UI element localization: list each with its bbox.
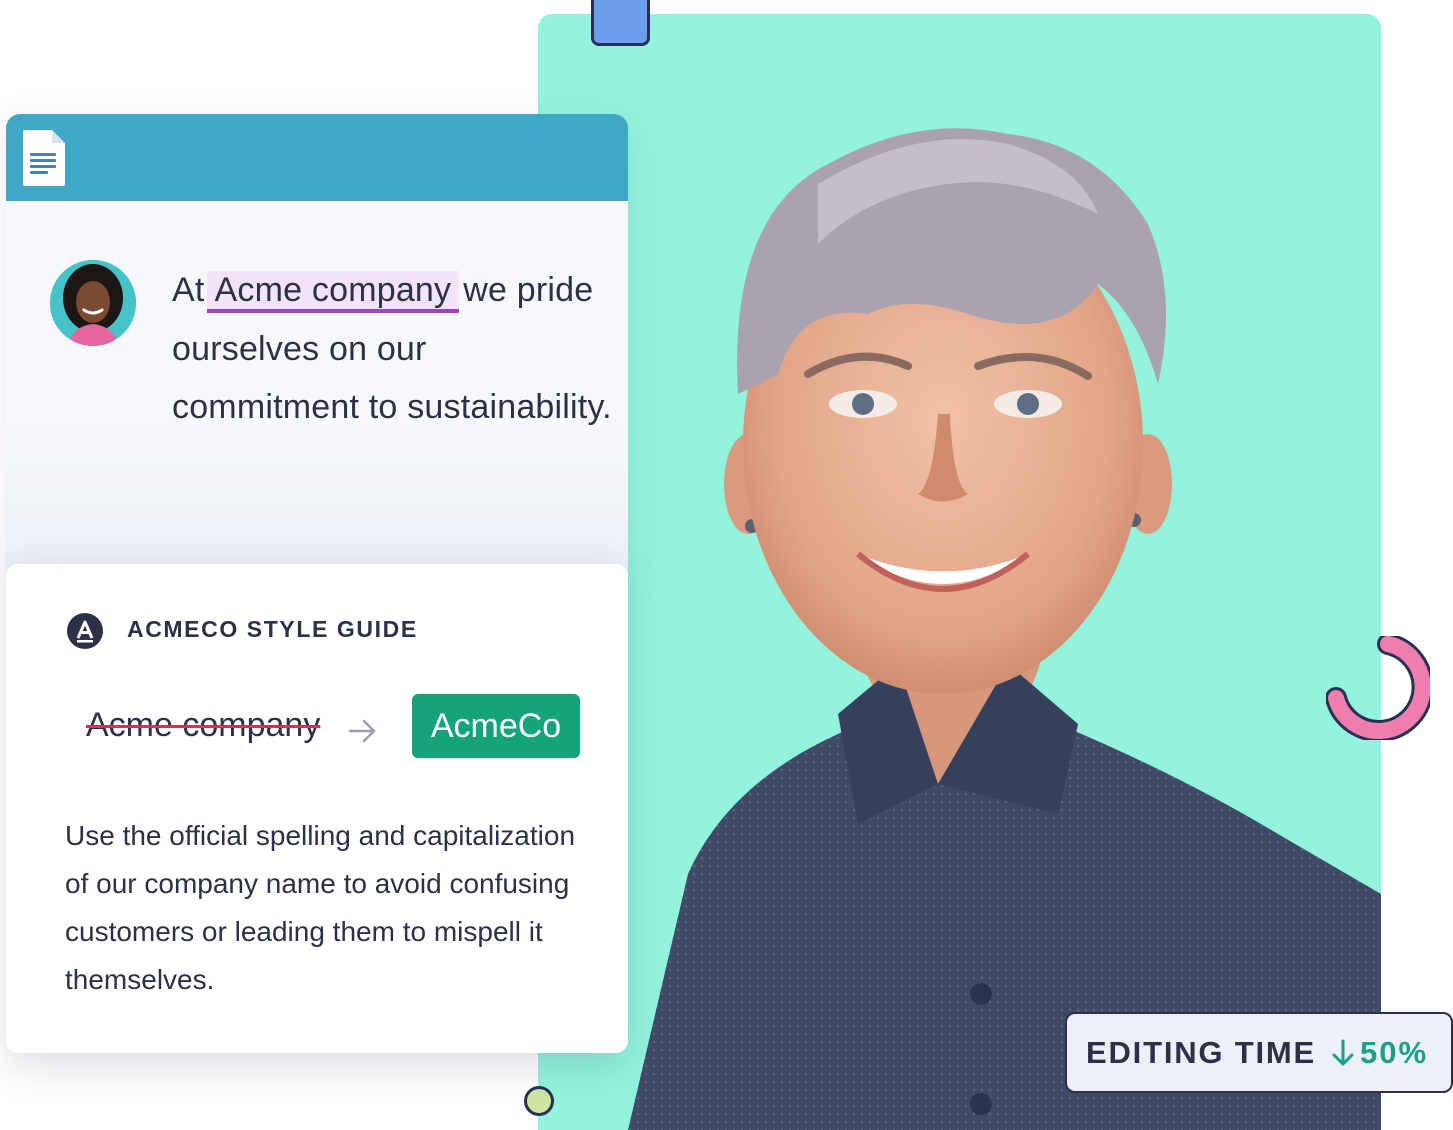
struck-term: Acme company [86,706,321,744]
text-before: At [172,271,205,309]
person-portrait [628,128,1381,1130]
arrow-down-icon [1332,1039,1354,1065]
hero-photo [538,14,1381,1130]
document-header [6,114,628,201]
decorative-ring [1326,636,1430,740]
stage: At Acme company we pride ourselves on our … [0,0,1453,1130]
avatar [50,260,136,346]
decorative-dot [524,1086,554,1116]
document-icon [23,130,65,186]
document-text[interactable]: At Acme company we pride ourselves on our … [172,261,612,437]
style-guide-explanation: Use the official spelling and capitaliza… [65,820,576,995]
document-card: At Acme company we pride ourselves on our … [6,114,628,574]
highlighted-term[interactable]: Acme company [206,271,460,313]
style-guide-card: ACMECO STYLE GUIDE Acme company AcmeCo U… [6,564,628,1053]
decorative-square [591,0,650,46]
arrow-right-icon [348,719,376,743]
badge-label: EDITING TIME [1086,1034,1316,1070]
accept-suggestion-button[interactable]: AcmeCo [412,694,580,758]
badge-value: 50% [1360,1034,1429,1070]
avatar-image [50,260,136,346]
style-guide-logo-icon [67,613,103,649]
style-guide-title: ACMECO STYLE GUIDE [127,616,418,642]
editing-time-badge: EDITING TIME 50% [1065,1012,1453,1093]
